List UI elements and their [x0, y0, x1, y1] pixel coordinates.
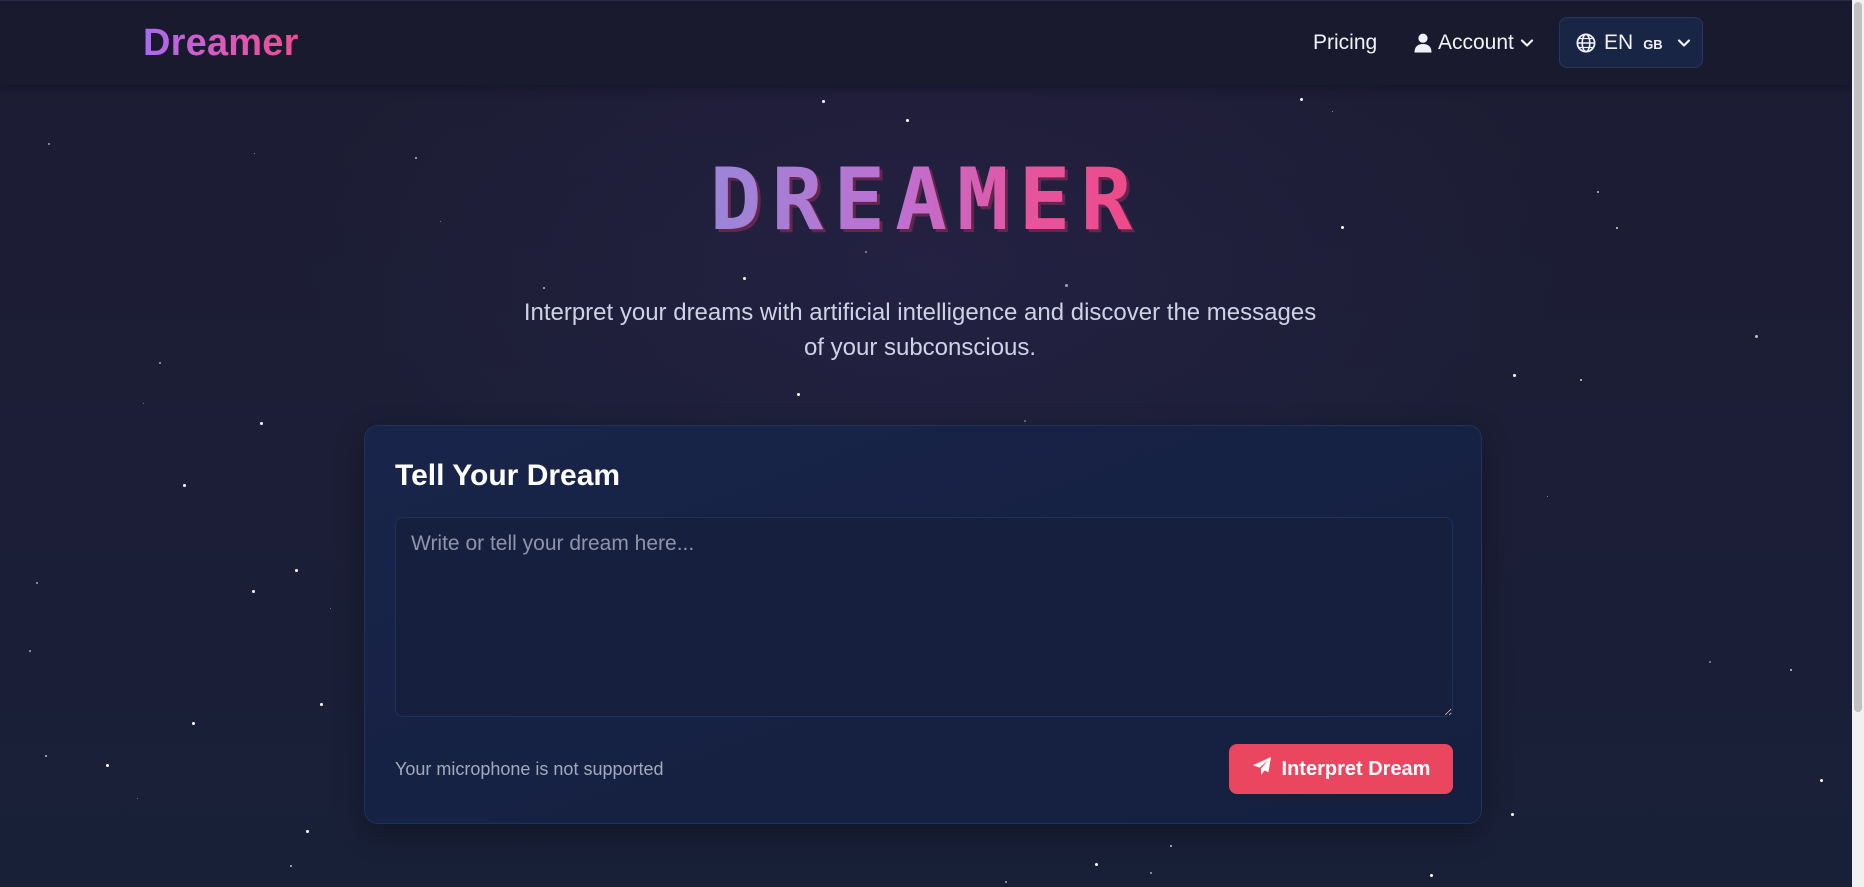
language-region: GB [1643, 36, 1663, 52]
dream-input-card: Tell Your Dream Your microphone is not s… [364, 425, 1482, 824]
top-navigation-bar: Dreamer Pricing Account EN GB [0, 0, 1852, 85]
hero-title-text: DREAMER [709, 150, 1143, 250]
interpret-dream-button[interactable]: Interpret Dream [1229, 744, 1453, 794]
language-code: EN [1604, 30, 1634, 54]
language-selector[interactable]: EN GB [1559, 17, 1703, 68]
card-title: Tell Your Dream [395, 459, 621, 492]
pricing-link[interactable]: Pricing [1313, 31, 1377, 55]
globe-icon [1576, 32, 1596, 53]
interpret-dream-label: Interpret Dream [1281, 757, 1431, 780]
chevron-down-icon [1677, 38, 1691, 48]
dream-textarea[interactable] [395, 517, 1453, 717]
scrollbar-thumb[interactable] [1854, 2, 1862, 712]
hero-title: DREAMER [0, 150, 1852, 250]
microphone-status: Your microphone is not supported [395, 759, 664, 779]
hero-tagline: Interpret your dreams with artificial in… [523, 299, 1317, 361]
user-icon [1414, 33, 1432, 53]
account-menu-button[interactable]: Account [1414, 30, 1534, 56]
account-menu-label: Account [1438, 31, 1514, 54]
brand-logo[interactable]: Dreamer [143, 21, 299, 65]
paper-plane-icon [1252, 756, 1272, 782]
page-scrollbar[interactable] [1852, 0, 1864, 887]
chevron-down-icon [1520, 38, 1534, 48]
